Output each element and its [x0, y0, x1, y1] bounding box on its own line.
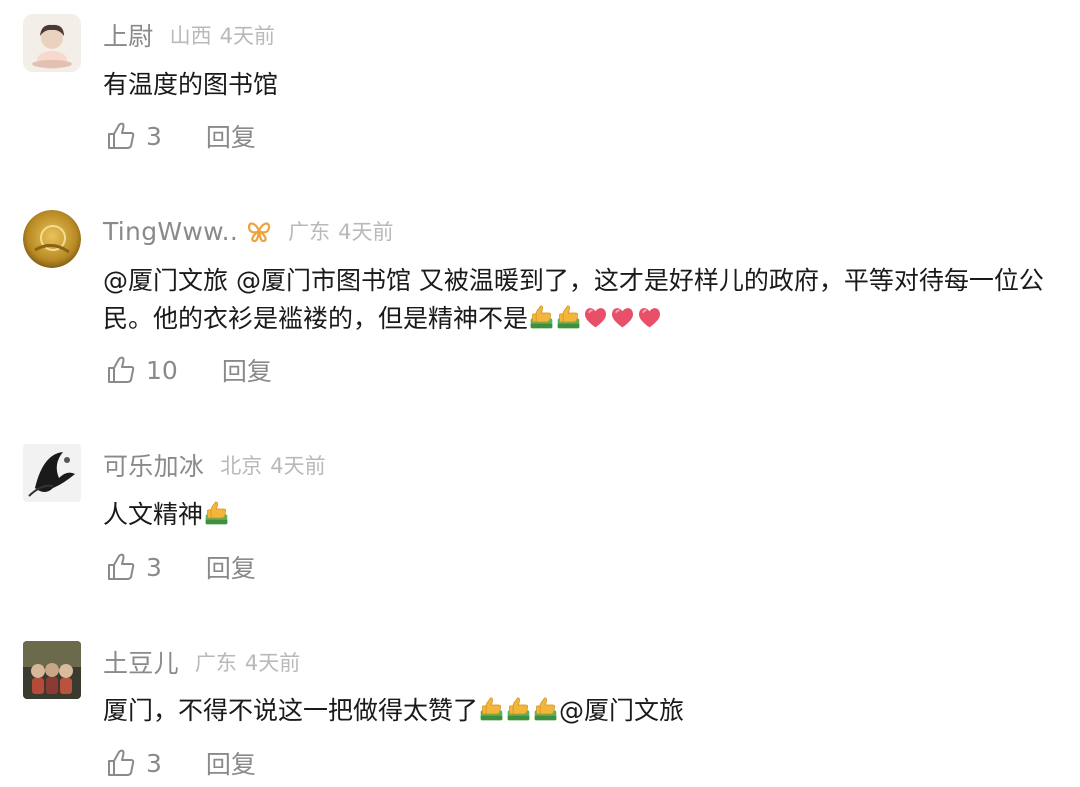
heart-emoji-icon — [582, 304, 609, 331]
thumbs-up-emoji-icon — [478, 696, 505, 723]
location: 北京 — [220, 454, 263, 478]
thumbs-up-emoji-icon — [528, 304, 555, 331]
thumbs-up-icon[interactable] — [106, 552, 136, 582]
reply-button[interactable]: 回复 — [222, 352, 272, 388]
comment-text-content: 有温度的图书馆 — [103, 70, 279, 99]
comment-item: 可乐加冰 北京 4天前 人文精神 3 回复 — [0, 430, 1080, 625]
thumbs-up-emoji-icon — [555, 304, 582, 331]
username[interactable]: TingWww.. — [103, 217, 238, 246]
comment-text: 人文精神 — [103, 496, 1063, 534]
thumbs-up-emoji-icon — [532, 696, 559, 723]
comment-text-line: 民。他的衣衫是褴褛的，但是精神不是 — [103, 300, 1063, 338]
comment-text-content: 厦门，不得不说这一把做得太赞了 — [103, 696, 479, 725]
avatar[interactable] — [23, 444, 81, 502]
username[interactable]: 上尉 — [103, 17, 154, 53]
comment-text: 有温度的图书馆 — [103, 66, 1063, 104]
comment-actions: 3 回复 — [106, 745, 256, 781]
comment-meta: TingWww.. 广东 4天前 — [103, 216, 393, 246]
reply-button[interactable]: 回复 — [206, 549, 256, 585]
comment-list: 上尉 山西 4天前 有温度的图书馆 3 回复 TingWww.. 广东 4天前 … — [0, 0, 1080, 787]
comment-meta: 可乐加冰 北京 4天前 — [103, 447, 326, 483]
thumbs-up-icon[interactable] — [106, 748, 136, 778]
reply-button[interactable]: 回复 — [206, 118, 256, 154]
vip-butterfly-icon — [247, 222, 271, 242]
mention-link[interactable]: @厦门文旅 — [559, 696, 684, 725]
comment-text: @厦门文旅 @厦门市图书馆 又被温暖到了，这才是好样儿的政府，平等对待每一位公 … — [103, 262, 1063, 338]
comment-meta: 上尉 山西 4天前 — [103, 17, 275, 53]
thumbs-up-icon[interactable] — [106, 121, 136, 151]
comment-text-content: 人文精神 — [103, 500, 204, 529]
timestamp: 4天前 — [219, 24, 275, 48]
timestamp: 4天前 — [338, 220, 394, 244]
thumbs-up-emoji-icon — [203, 500, 230, 527]
comment-actions: 3 回复 — [106, 549, 256, 585]
location: 山西 — [169, 24, 212, 48]
comment-text: 厦门，不得不说这一把做得太赞了 @厦门文旅 — [103, 692, 1063, 730]
avatar[interactable] — [23, 641, 81, 699]
username[interactable]: 可乐加冰 — [103, 447, 204, 483]
comment-item: 土豆儿 广东 4天前 厦门，不得不说这一把做得太赞了 @厦门文旅 3 回复 — [0, 625, 1080, 787]
like-count: 3 — [146, 552, 162, 582]
timestamp: 4天前 — [270, 454, 326, 478]
comment-meta: 土豆儿 广东 4天前 — [103, 644, 300, 680]
heart-emoji-icon — [636, 304, 663, 331]
thumbs-up-emoji-icon — [505, 696, 532, 723]
heart-emoji-icon — [609, 304, 636, 331]
comment-text-line: @厦门文旅 @厦门市图书馆 又被温暖到了，这才是好样儿的政府，平等对待每一位公 — [103, 266, 1044, 295]
reply-button[interactable]: 回复 — [206, 745, 256, 781]
avatar[interactable] — [23, 14, 81, 72]
like-count: 3 — [146, 748, 162, 778]
comment-item: TingWww.. 广东 4天前 @厦门文旅 @厦门市图书馆 又被温暖到了，这才… — [0, 190, 1080, 430]
comment-actions: 10 回复 — [106, 352, 272, 388]
avatar[interactable] — [23, 210, 81, 268]
comment-item: 上尉 山西 4天前 有温度的图书馆 3 回复 — [0, 0, 1080, 190]
timestamp: 4天前 — [244, 651, 301, 675]
username[interactable]: 土豆儿 — [103, 644, 179, 680]
comment-text-line-2: 民。他的衣衫是褴褛的，但是精神不是 — [103, 304, 529, 333]
comment-actions: 3 回复 — [106, 118, 256, 154]
like-count: 10 — [146, 355, 178, 385]
like-count: 3 — [146, 121, 162, 151]
location: 广东 — [288, 220, 331, 244]
location: 广东 — [194, 651, 237, 675]
thumbs-up-icon[interactable] — [106, 355, 136, 385]
